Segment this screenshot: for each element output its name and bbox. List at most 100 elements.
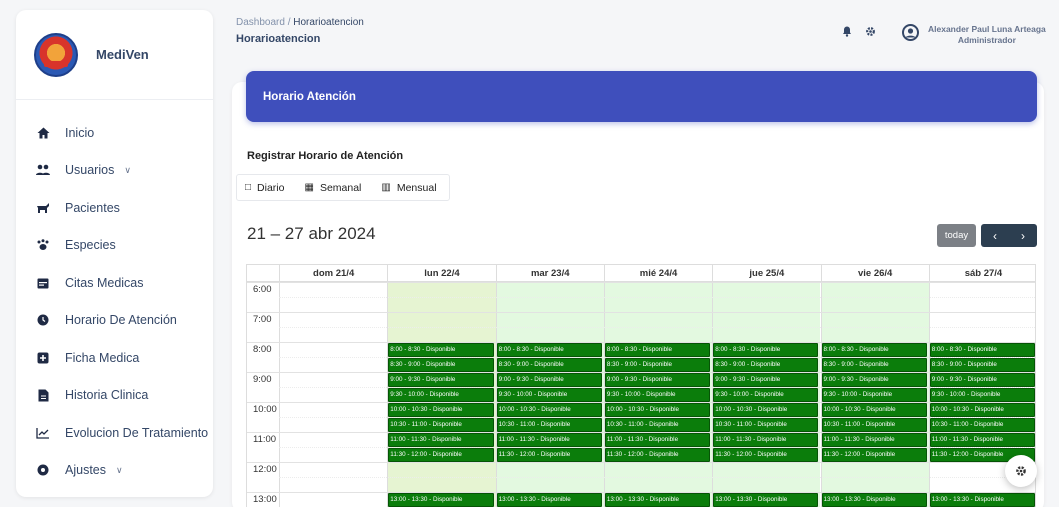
register-title: Registrar Horario de Atención [247,150,404,162]
availability-slot[interactable]: 8:00 - 8:30 - Disponible [388,342,494,357]
availability-slot[interactable]: 9:30 - 10:00 - Disponible [821,387,927,402]
sidebar-item-inicio[interactable]: Inicio [16,114,213,152]
sidebar-item-historia-clinica[interactable]: Historia Clinica [16,377,213,415]
availability-slot[interactable]: 9:00 - 9:30 - Disponible [604,372,711,387]
availability-slot[interactable]: 11:00 - 11:30 - Disponible [496,432,602,447]
availability-slot[interactable]: 11:00 - 11:30 - Disponible [388,432,494,447]
tab-mensual[interactable]: ▥ Mensual [373,175,448,200]
sidebar-nav: Inicio Usuarios ∨ Pacientes Especies Citas Me… [16,114,213,489]
day-header: mar 23/4 [495,265,604,282]
sidebar-item-evolucion-de-tratamiento[interactable]: Evolucion De Tratamiento [16,414,213,452]
availability-slot[interactable]: 13:00 - 13:30 - Disponible [604,492,711,507]
time-label: 12:00 [253,464,277,475]
availability-slot[interactable]: 10:30 - 11:00 - Disponible [929,417,1035,432]
availability-slot[interactable]: 9:00 - 9:30 - Disponible [388,372,494,387]
view-tabs: □ Diario ▦ Semanal ▥ Mensual [236,174,450,201]
user-info[interactable]: Alexander Paul Luna Arteaga Administrado… [928,24,1046,46]
sidebar-item-label: Especies [65,238,116,253]
sidebar-item-label: Usuarios [65,163,115,178]
tab-semanal[interactable]: ▦ Semanal [296,175,373,200]
chart-line-icon [36,426,50,440]
availability-slot[interactable]: 9:30 - 10:00 - Disponible [496,387,602,402]
availability-slot[interactable]: 10:30 - 11:00 - Disponible [604,417,711,432]
hour-line [247,312,1035,313]
tab-diario[interactable]: □ Diario [237,175,296,200]
settings-circle-icon [36,463,50,477]
brand[interactable]: MediVen [16,10,213,100]
sidebar-item-ajustes[interactable]: Ajustes ∨ [16,452,213,490]
availability-slot[interactable]: 8:00 - 8:30 - Disponible [496,342,602,357]
availability-slot[interactable]: 10:30 - 11:00 - Disponible [496,417,602,432]
availability-slot[interactable]: 9:30 - 10:00 - Disponible [929,387,1035,402]
tab-label: Diario [257,181,285,194]
time-label: 7:00 [253,314,272,325]
day-column[interactable] [279,282,387,507]
availability-slot[interactable]: 11:30 - 12:00 - Disponible [388,447,494,462]
banner-title: Horario Atención [263,90,356,103]
availability-slot[interactable]: 13:00 - 13:30 - Disponible [929,492,1035,507]
gear-icon[interactable] [865,26,876,37]
availability-slot[interactable]: 11:30 - 12:00 - Disponible [496,447,602,462]
availability-slot[interactable]: 13:00 - 13:30 - Disponible [713,492,819,507]
breadcrumb-root[interactable]: Dashboard [236,17,285,28]
availability-slot[interactable]: 11:00 - 11:30 - Disponible [604,432,711,447]
sidebar-item-citas-medicas[interactable]: Citas Medicas [16,264,213,302]
availability-slot[interactable]: 11:00 - 11:30 - Disponible [713,432,819,447]
user-avatar-icon[interactable] [902,24,919,41]
availability-slot[interactable]: 8:00 - 8:30 - Disponible [713,342,819,357]
availability-slot[interactable]: 9:00 - 9:30 - Disponible [713,372,819,387]
availability-slot[interactable]: 13:00 - 13:30 - Disponible [388,492,494,507]
availability-slot[interactable]: 13:00 - 13:30 - Disponible [821,492,927,507]
availability-slot[interactable]: 8:00 - 8:30 - Disponible [821,342,927,357]
sidebar-item-pacientes[interactable]: Pacientes [16,189,213,227]
availability-slot[interactable]: 10:30 - 11:00 - Disponible [388,417,494,432]
today-button[interactable]: today [937,224,976,247]
availability-slot[interactable]: 11:00 - 11:30 - Disponible [929,432,1035,447]
sidebar-item-ficha-medica[interactable]: Ficha Medica [16,339,213,377]
availability-slot[interactable]: 11:30 - 12:00 - Disponible [821,447,927,462]
circle-icon [36,313,50,327]
availability-slot[interactable]: 8:30 - 9:00 - Disponible [929,357,1035,372]
availability-slot[interactable]: 10:30 - 11:00 - Disponible [821,417,927,432]
next-week-button[interactable]: › [1009,224,1037,247]
availability-slot[interactable]: 9:30 - 10:00 - Disponible [604,387,711,402]
home-icon [36,126,50,140]
availability-slot[interactable]: 8:30 - 9:00 - Disponible [604,357,711,372]
availability-slot[interactable]: 8:00 - 8:30 - Disponible [604,342,711,357]
availability-slot[interactable]: 9:00 - 9:30 - Disponible [496,372,602,387]
brand-name: MediVen [96,47,149,62]
availability-slot[interactable]: 11:00 - 11:30 - Disponible [821,432,927,447]
availability-slot[interactable]: 11:30 - 12:00 - Disponible [604,447,711,462]
availability-slot[interactable]: 10:00 - 10:30 - Disponible [388,402,494,417]
availability-slot[interactable]: 11:30 - 12:00 - Disponible [713,447,819,462]
availability-slot[interactable]: 8:00 - 8:30 - Disponible [929,342,1035,357]
sidebar-item-usuarios[interactable]: Usuarios ∨ [16,152,213,190]
availability-slot[interactable]: 8:30 - 9:00 - Disponible [821,357,927,372]
day-header: jue 25/4 [712,265,820,282]
availability-slot[interactable]: 13:00 - 13:30 - Disponible [496,492,602,507]
availability-slot[interactable]: 8:30 - 9:00 - Disponible [388,357,494,372]
availability-slot[interactable]: 10:00 - 10:30 - Disponible [929,402,1035,417]
view-icon: □ [245,182,252,193]
availability-slot[interactable]: 9:30 - 10:00 - Disponible [388,387,494,402]
availability-slot[interactable]: 10:30 - 11:00 - Disponible [713,417,819,432]
sidebar-item-especies[interactable]: Especies [16,227,213,265]
availability-slot[interactable]: 10:00 - 10:30 - Disponible [821,402,927,417]
availability-slot[interactable]: 10:00 - 10:30 - Disponible [604,402,711,417]
users-icon [36,163,50,177]
prev-week-button[interactable]: ‹ [981,224,1009,247]
calendar-header: dom 21/4 lun 22/4 mar 23/4 mié 24/4 jue 25/4… [247,265,1035,282]
document-icon [36,388,50,402]
sidebar-item-horario-de-atencion[interactable]: Horario De Atención [16,302,213,340]
bell-icon[interactable] [842,26,852,37]
availability-slot[interactable]: 9:30 - 10:00 - Disponible [713,387,819,402]
availability-slot[interactable]: 8:30 - 9:00 - Disponible [713,357,819,372]
availability-slot[interactable]: 9:00 - 9:30 - Disponible [929,372,1035,387]
sidebar-item-label: Horario De Atención [65,313,177,328]
time-label: 9:00 [253,374,272,385]
availability-slot[interactable]: 10:00 - 10:30 - Disponible [496,402,602,417]
availability-slot[interactable]: 8:30 - 9:00 - Disponible [496,357,602,372]
availability-slot[interactable]: 9:00 - 9:30 - Disponible [821,372,927,387]
availability-slot[interactable]: 10:00 - 10:30 - Disponible [713,402,819,417]
settings-fab[interactable] [1005,455,1037,487]
